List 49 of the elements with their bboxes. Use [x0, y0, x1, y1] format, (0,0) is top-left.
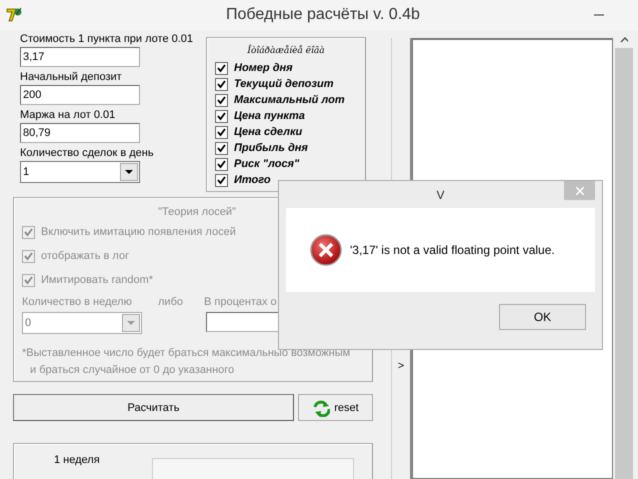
note-text: и браться случайное от 0 до указанного [29, 363, 236, 378]
checkbox-label: Цена пункта [234, 110, 305, 122]
window-title: Победные расчёты v. 0.4b [225, 6, 421, 24]
scrollbar[interactable] [613, 30, 633, 479]
caret-icon [127, 321, 135, 325]
refresh-icon [312, 398, 330, 416]
app-icon [6, 7, 22, 23]
field-label: либо [158, 296, 184, 308]
checkbox[interactable] [215, 174, 228, 186]
checkbox[interactable] [215, 158, 228, 170]
checkbox-label: Максимальный лот [234, 94, 345, 106]
field-label: Количество в неделю [22, 296, 133, 308]
checkbox-label: Цена сделки [234, 126, 302, 138]
input-field[interactable]: 80,79 [20, 123, 140, 143]
field-label: Маржа на лот 0.01 [20, 108, 116, 123]
dropdown[interactable]: 1 [20, 161, 140, 183]
checkbox[interactable] [215, 94, 228, 106]
week-label: 1 неделя [54, 454, 100, 466]
checkbox-label: Прибыль дня [234, 142, 308, 154]
group-title: "Теория лосей" [157, 206, 237, 218]
checkbox-label: Итого [234, 174, 271, 186]
checkbox[interactable] [215, 62, 228, 74]
checkbox[interactable] [215, 142, 228, 154]
error-icon [310, 234, 342, 266]
checkbox-label: отображать в лог [41, 250, 130, 262]
reset-button[interactable]: reset [298, 394, 373, 421]
note-text: *Выставленное число будет браться максимальныо возможным [22, 346, 352, 361]
checkbox[interactable] [215, 126, 228, 138]
checkbox-label: Номер дня [234, 62, 293, 74]
expand-arrow[interactable]: > [398, 360, 404, 372]
error-message: '3,17' is not a valid floating point value. [350, 243, 555, 257]
input-field[interactable]: 200 [20, 85, 140, 105]
field-label: В процентах о [204, 296, 277, 308]
field-label: Начальный депозит [20, 70, 123, 85]
group-title: Îòîáðàæåíèå ëîãà [246, 46, 326, 56]
caret-icon [125, 170, 133, 174]
checkbox[interactable] [215, 78, 228, 90]
field-label: Стоимость 1 пункта при лоте 0.01 [20, 32, 194, 47]
field-label: Количество сделок в день [20, 146, 155, 161]
input-field[interactable]: 3,17 [20, 47, 140, 67]
ok-button[interactable]: OK [499, 304, 586, 330]
checkbox-label: Текущий депозит [234, 78, 334, 90]
close-icon [576, 186, 584, 194]
checkbox-label: Риск "лося" [234, 158, 300, 170]
checkbox-label: Имитировать random* [41, 274, 154, 286]
checkbox-label: Включить имитацию появления лосей [41, 226, 236, 238]
checkbox[interactable] [215, 110, 228, 122]
calculate-button[interactable]: Расчитать [13, 394, 294, 421]
dialog-title: V [436, 188, 444, 202]
